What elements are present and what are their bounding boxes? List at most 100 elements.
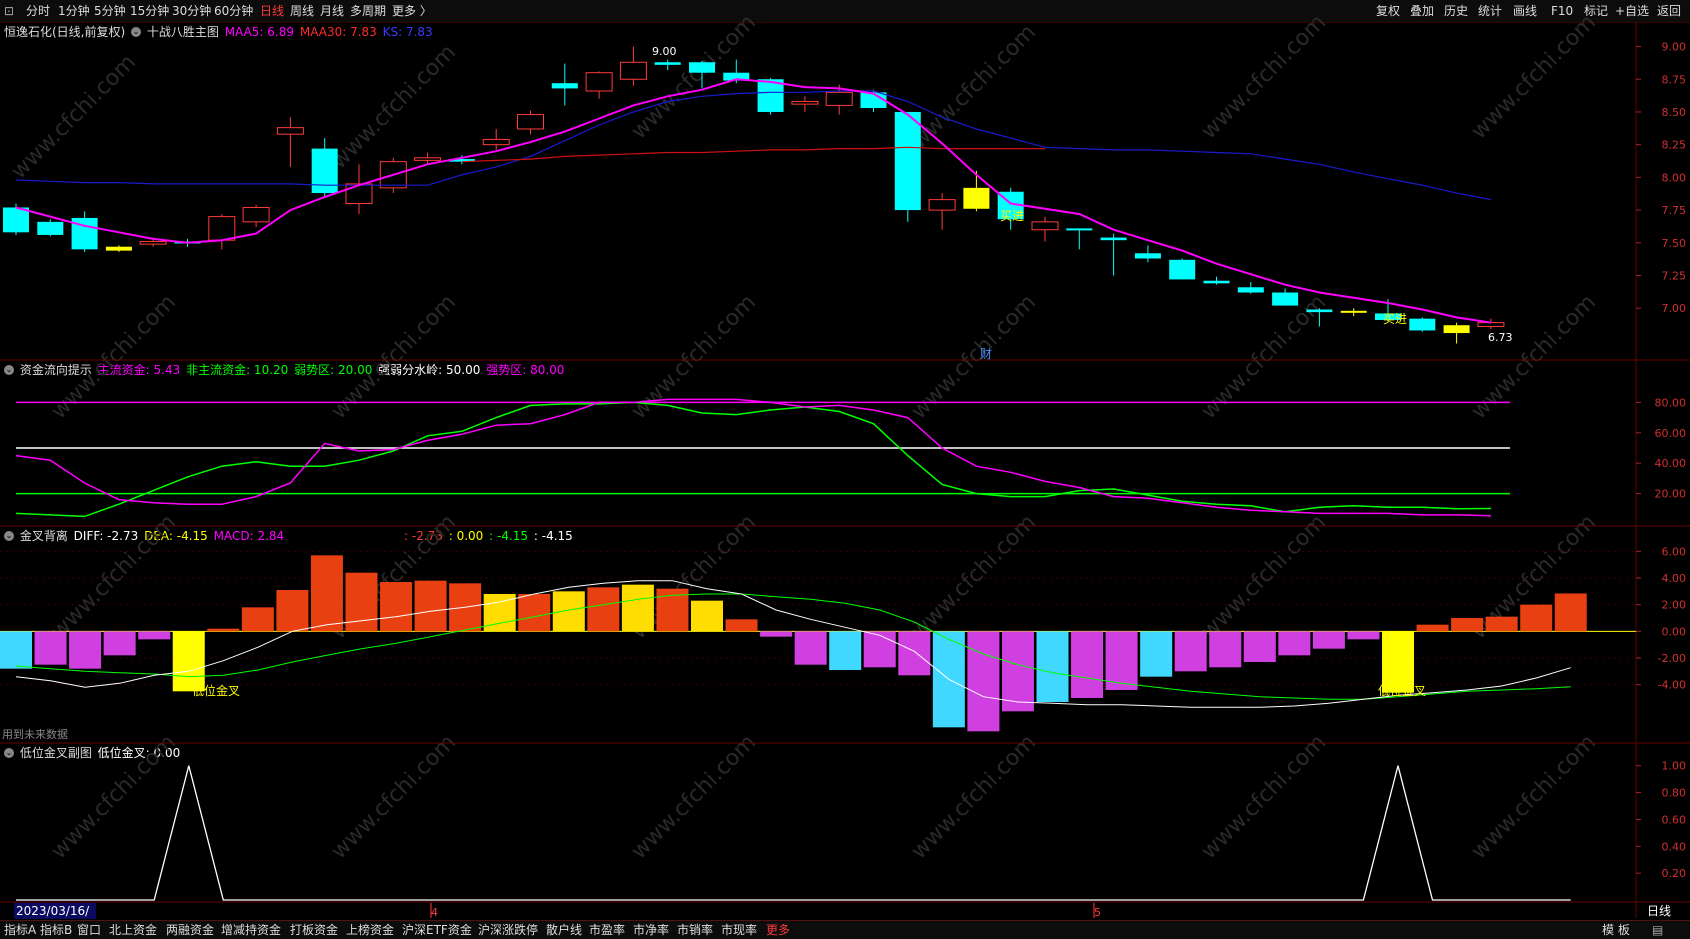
dragon-list-tab[interactable]: 上榜资金: [346, 921, 394, 939]
watermark-text: www.cfchi.com: [7, 50, 141, 184]
holdings-change-tab[interactable]: 增减持资金: [221, 921, 281, 939]
indicator-a-tab[interactable]: 指标A: [4, 921, 36, 939]
y-tick-label: 8.25: [1662, 139, 1687, 152]
y-tick-label: 60.00: [1655, 427, 1687, 440]
y-tick-label: 7.75: [1662, 204, 1687, 217]
macd-bar: [518, 594, 551, 632]
watermark-text: www.cfchi.com: [327, 730, 461, 864]
gold-cross-label-1: 低位金叉: [192, 683, 240, 698]
y-tick-label: -4.00: [1658, 679, 1686, 692]
candle-body: [1443, 325, 1470, 334]
watermark-text: www.cfchi.com: [327, 40, 461, 174]
candle-body: [1237, 287, 1264, 293]
template-button[interactable]: 模 板: [1602, 921, 1630, 939]
layout-toggle-icon[interactable]: ▤: [1652, 921, 1663, 939]
watermark-text: www.cfchi.com: [47, 730, 181, 864]
limit-up-funds-tab[interactable]: 打板资金: [290, 921, 338, 939]
macd-bar: [621, 584, 654, 632]
y-tick-label: 7.25: [1662, 270, 1687, 283]
macd-bar: [276, 590, 309, 632]
macd-bar: [1554, 593, 1587, 632]
watermark-text: www.cfchi.com: [907, 290, 1041, 424]
watermark-text: www.cfchi.com: [907, 20, 1041, 154]
macd-bar: [829, 631, 862, 670]
macd-bar: [345, 572, 378, 632]
macd-bar: [587, 587, 620, 632]
nonmain-fund-line: [15, 401, 1491, 518]
retail-line-tab[interactable]: 散户线: [546, 921, 582, 939]
pe-ratio-tab[interactable]: 市盈率: [589, 921, 625, 939]
y-tick-label: 0.60: [1662, 813, 1687, 826]
pb-ratio-tab[interactable]: 市净率: [633, 921, 669, 939]
macd-bar: [1520, 604, 1553, 632]
candle-body: [1100, 237, 1127, 241]
margin-tab[interactable]: 两融资金: [166, 921, 214, 939]
chart-frame: [0, 22, 1690, 918]
candlestick-panel: [3, 46, 1505, 344]
candle-body: [139, 240, 167, 245]
candle-body: [1272, 292, 1299, 306]
watermark-layer: www.cfchi.com www.cfchi.com www.cfchi.com w…: [7, 10, 1601, 864]
candle-body: [585, 72, 613, 92]
y-tick-label: 0.20: [1662, 867, 1687, 880]
indicator-b-tab[interactable]: 指标B: [40, 921, 72, 939]
macd-bar: [69, 631, 102, 669]
pcf-ratio-tab[interactable]: 市现率: [721, 921, 757, 939]
northbound-tab[interactable]: 北上资金: [109, 921, 157, 939]
window-tab[interactable]: 窗口: [77, 921, 101, 939]
macd-bar: [1312, 631, 1345, 649]
stock-chart[interactable]: www.cfchi.com www.cfchi.com www.cfchi.com w…: [0, 0, 1690, 938]
y-tick-label: 8.50: [1662, 106, 1687, 119]
limit-stats-tab[interactable]: 沪深涨跌停: [478, 921, 538, 939]
macd-panel: [0, 550, 1636, 732]
candle-body: [105, 246, 132, 251]
macd-bar: [1209, 631, 1242, 668]
macd-bar: [1451, 618, 1484, 632]
candle-body: [1134, 253, 1161, 259]
more-tab[interactable]: 更多: [766, 921, 790, 939]
macd-bar: [414, 580, 447, 632]
candle-body: [894, 111, 921, 211]
finance-mark[interactable]: 财: [980, 347, 992, 361]
macd-bar: [863, 631, 896, 668]
macd-bar: [138, 631, 171, 640]
candle-body: [482, 138, 510, 146]
date-cursor-label: 2023/03/16/四: [14, 903, 96, 934]
macd-bar: [898, 631, 931, 676]
y-tick-label: 4.00: [1662, 572, 1687, 585]
ps-ratio-tab[interactable]: 市销率: [677, 921, 713, 939]
y-tick-label: -2.00: [1658, 652, 1686, 665]
candle-body: [414, 157, 442, 161]
watermark-text: www.cfchi.com: [627, 730, 761, 864]
candle-body: [311, 148, 338, 194]
macd-bar: [103, 631, 136, 656]
macd-bar: [207, 628, 240, 632]
macd-bar: [1347, 631, 1380, 640]
macd-bar: [725, 619, 758, 632]
candle-body: [517, 114, 544, 130]
y-tick-label: 40.00: [1655, 457, 1687, 470]
macd-bar: [794, 631, 827, 665]
macd-bar: [552, 591, 585, 632]
y-tick-label: 0.80: [1662, 787, 1687, 800]
candle-body: [1066, 228, 1093, 231]
y-tick-label: 0.00: [1662, 625, 1687, 638]
low-marker: 6.73: [1488, 331, 1513, 344]
macd-bar: [1416, 624, 1449, 632]
macd-bar: [0, 631, 32, 669]
watermark-text: www.cfchi.com: [1197, 10, 1331, 144]
watermark-text: www.cfchi.com: [1197, 510, 1331, 644]
y-tick-label: 7.00: [1662, 302, 1687, 315]
y-tick-label: 2.00: [1662, 599, 1687, 612]
watermark-text: www.cfchi.com: [1467, 290, 1601, 424]
macd-bar: [380, 582, 413, 632]
etf-funds-tab[interactable]: 沪深ETF资金: [402, 921, 472, 939]
candle-body: [1340, 310, 1367, 313]
candle-body: [242, 206, 270, 223]
ks-line: [15, 90, 1492, 201]
ma5-line: [15, 78, 1492, 324]
candle-body: [208, 216, 236, 241]
macd-bar: [1071, 631, 1104, 698]
y-tick-label: 80.00: [1655, 396, 1687, 409]
macd-bar: [172, 631, 205, 692]
